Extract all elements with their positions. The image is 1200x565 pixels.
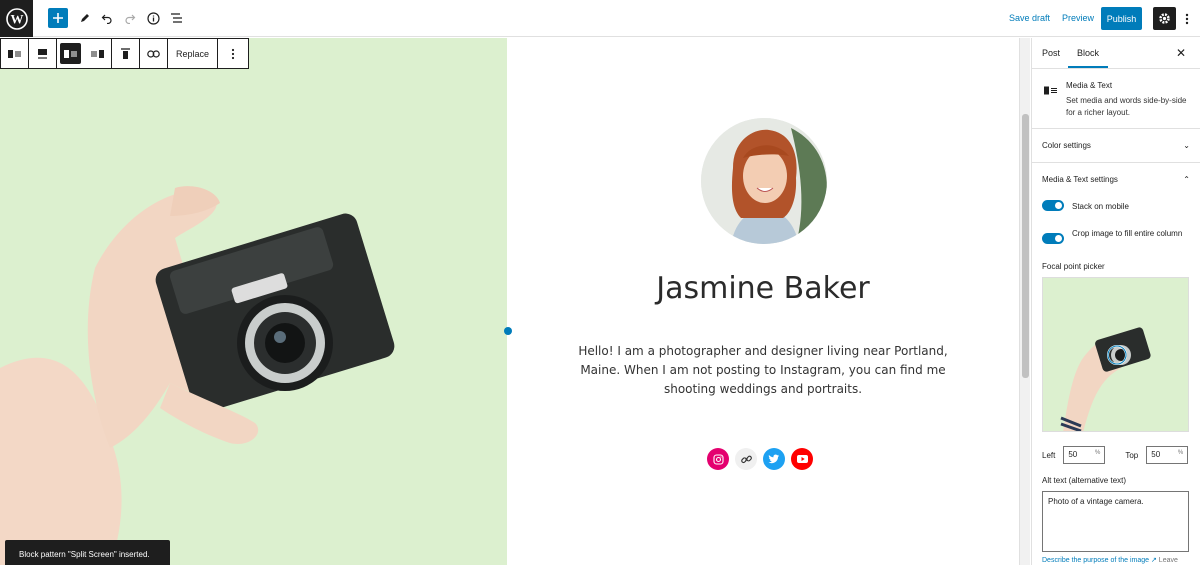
settings-gear-icon[interactable] [1153,7,1176,30]
left-input[interactable]: 50% [1063,446,1106,464]
editor-canvas: Replace Jasmine Baker Hello! I am a phot [0,38,1019,565]
scrollbar-thumb[interactable] [1022,114,1029,378]
add-block-icon[interactable] [48,8,68,28]
list-view-icon[interactable] [168,7,184,29]
undo-icon[interactable] [99,7,115,29]
block-card: Media & Text Set media and words side-by… [1032,69,1200,129]
focal-coordinates: Left 50% Top 50% [1032,438,1200,472]
more-options-icon[interactable] [1181,9,1193,29]
align-top-icon[interactable] [112,39,139,68]
replace-button[interactable]: Replace [168,39,217,68]
color-settings-panel[interactable]: Color settings ⌄ [1032,129,1200,163]
crop-image-row: Crop image to fill entire column [1032,224,1200,248]
top-input[interactable]: 50% [1146,446,1189,464]
chevron-down-icon: ⌄ [1183,141,1190,150]
media-left-icon[interactable] [60,43,81,64]
twitter-icon[interactable] [763,448,785,470]
svg-text:W: W [10,11,23,26]
percent-unit: % [1095,450,1101,456]
wordpress-logo-icon[interactable]: W [0,0,33,37]
profile-name: Jasmine Baker [656,271,870,306]
block-description: Set media and words side-by-side for a r… [1066,96,1187,117]
media-right-icon[interactable] [84,39,111,68]
vertical-align-icon[interactable] [29,39,56,68]
publish-button[interactable]: Publish [1101,7,1142,30]
focal-point-picker[interactable] [1042,277,1189,432]
left-value: 50 [1068,450,1078,459]
social-links [707,448,813,470]
describe-image-link-text[interactable]: Describe the purpose of the image [1042,557,1149,564]
alt-text-label: Alt text (alternative text) [1042,476,1127,485]
youtube-icon[interactable] [791,448,813,470]
crop-image-toggle[interactable] [1042,233,1064,244]
info-icon[interactable] [145,7,161,29]
percent-unit: % [1177,450,1184,456]
leave-text: Leave [1158,557,1178,564]
block-title: Media & Text [1066,81,1113,90]
profile-bio: Hello! I am a photographer and designer … [578,344,948,396]
focal-point-label: Focal point picker [1042,262,1105,271]
canvas-scrollbar[interactable] [1019,38,1030,565]
crop-image-label: Crop image to fill entire column [1072,229,1183,238]
stack-on-mobile-label: Stack on mobile [1072,202,1129,211]
tab-block[interactable]: Block [1077,48,1099,58]
close-icon[interactable]: ✕ [1176,46,1186,60]
snackbar-notice[interactable]: Block pattern "Split Screen" inserted. [5,540,170,565]
top-label: Top [1125,450,1139,460]
media-text-settings-header[interactable]: Media & Text settings ⌃ [1032,163,1200,196]
link-icon[interactable] [140,39,167,68]
alt-text-field[interactable]: Photo of a vintage camera. [1042,491,1189,552]
left-label: Left [1042,450,1056,460]
preview-button[interactable]: Preview [1062,13,1094,23]
external-link-icon: ↗ [1150,557,1157,564]
media-column[interactable]: Replace [0,38,507,565]
resize-handle[interactable] [504,327,512,335]
block-toolbar: Replace [0,38,250,69]
text-column[interactable]: Jasmine Baker Hello! I am a photographer… [507,38,1019,565]
panel-title-media-text: Media & Text settings [1042,175,1118,184]
media-text-block-icon[interactable] [1,39,28,68]
camera-photo [0,38,507,565]
save-draft-button[interactable]: Save draft [1009,13,1050,23]
avatar [701,118,827,244]
editor-top-bar: W Save draft Preview Publish [0,0,1200,37]
edit-pencil-icon[interactable] [77,7,93,29]
stack-on-mobile-toggle[interactable] [1042,200,1064,211]
link-icon[interactable] [735,448,757,470]
describe-image-link[interactable]: Describe the purpose of the image ↗ Leav… [1032,552,1200,565]
stack-on-mobile-row: Stack on mobile [1032,196,1200,216]
tab-post[interactable]: Post [1042,48,1060,58]
panel-title-color: Color settings [1042,141,1091,150]
instagram-icon[interactable] [707,448,729,470]
top-value: 50 [1151,450,1161,459]
settings-sidebar: Post Block ✕ Media & Text Set media and … [1031,38,1200,565]
block-options-icon[interactable] [218,39,248,68]
active-tab-indicator [1068,66,1108,68]
media-text-block-icon [1044,82,1057,100]
sidebar-tabs: Post Block ✕ [1032,38,1200,69]
redo-icon[interactable] [122,7,138,29]
chevron-up-icon: ⌃ [1183,175,1190,184]
media-text-settings-panel: Media & Text settings ⌃ Stack on mobile C… [1032,163,1200,565]
